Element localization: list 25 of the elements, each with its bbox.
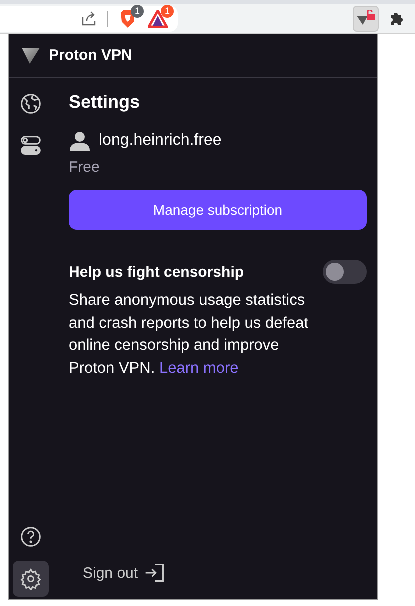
toggles-icon (20, 135, 42, 157)
puzzle-icon (389, 10, 405, 26)
help-icon (20, 526, 42, 548)
plan-label: Free (69, 159, 101, 176)
settings-icon (20, 568, 42, 590)
sign-out-button[interactable]: Sign out (83, 555, 166, 591)
learn-more-link[interactable]: Learn more (159, 360, 239, 376)
username: long.heinrich.free (99, 132, 222, 150)
address-bar[interactable]: 1 1 (0, 6, 178, 32)
toggle-switch[interactable] (323, 260, 367, 284)
globe-icon (20, 93, 42, 115)
extension-button[interactable] (353, 6, 379, 32)
nav-button[interactable] (13, 561, 49, 597)
triangle-icon (148, 10, 168, 28)
section-heading: Help us fight censorship (69, 264, 244, 280)
brand-name: Proton VPN (49, 47, 132, 64)
logo-icon (21, 46, 41, 64)
manage-subscription-button[interactable]: Manage subscription (69, 190, 367, 230)
sign-out-icon (144, 562, 166, 584)
count-badge: 1 (161, 4, 174, 18)
page-title: Settings (69, 92, 142, 113)
description-text: Share anonymous usage statistics and crash reports to help us defeat online censorship and improve Proton VPN. Learn more (69, 291, 310, 378)
count-badge: 1 (131, 4, 144, 18)
user-icon (69, 131, 91, 151)
share-icon[interactable] (81, 11, 97, 26)
